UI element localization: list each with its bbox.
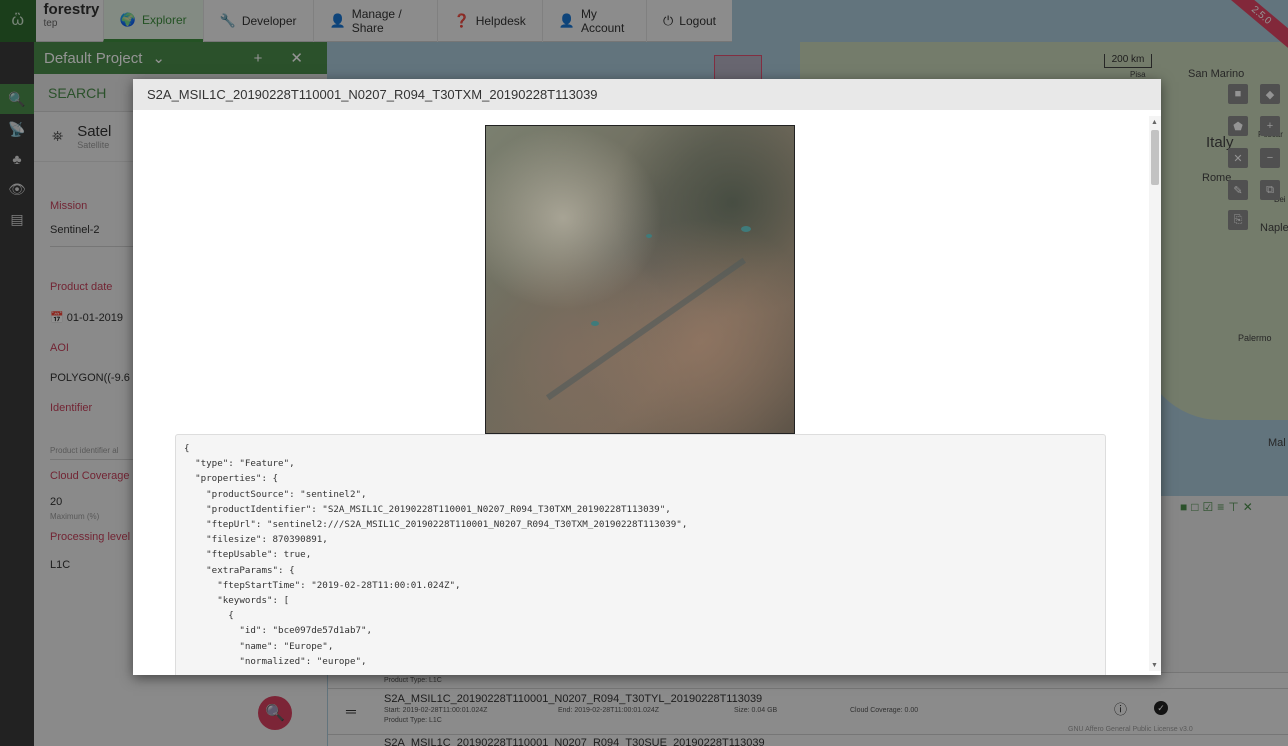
json-line: "filesize": 870390891, <box>184 534 328 546</box>
product-json[interactable]: { "type": "Feature", "properties": { "pr… <box>175 434 1106 675</box>
modal-body: { "type": "Feature", "properties": { "pr… <box>133 110 1161 675</box>
json-line: "ftepStartTime": "2019-02-28T11:00:01.02… <box>184 579 461 591</box>
image-lake <box>646 234 652 238</box>
json-line: "type": "Feature", <box>184 458 295 470</box>
scrollbar-thumb[interactable] <box>1151 130 1159 185</box>
json-line: "extraParams": { <box>184 564 295 576</box>
scroll-up-icon[interactable]: ▲ <box>1151 119 1158 126</box>
json-line: { <box>184 443 190 454</box>
satellite-quicklook-image <box>485 125 795 434</box>
json-line: "name": "Europe", <box>184 640 334 652</box>
app-root: San Marino Pisa Italy Rome Naple Palermo… <box>0 0 1288 746</box>
product-details-modal: S2A_MSIL1C_20190228T110001_N0207_R094_T3… <box>133 79 1161 675</box>
json-line: "ftepUsable": true, <box>184 549 312 561</box>
json-line: "ftepUrl": "sentinel2:///S2A_MSIL1C_2019… <box>184 519 688 531</box>
modal-title: S2A_MSIL1C_20190228T110001_N0207_R094_T3… <box>133 79 1161 110</box>
image-lake <box>741 226 751 232</box>
json-line: "properties": { <box>184 473 279 485</box>
json-line: "id": "bce097de57d1ab7", <box>184 625 373 637</box>
scrollbar[interactable] <box>1149 116 1161 671</box>
image-river <box>545 257 747 401</box>
json-line: { <box>184 610 234 622</box>
image-lake <box>591 321 599 326</box>
scroll-down-icon[interactable]: ▼ <box>1151 662 1158 669</box>
json-line: "normalized": "europe", <box>184 655 367 667</box>
json-line: "productSource": "sentinel2", <box>184 488 367 500</box>
json-line: "keywords": [ <box>184 595 290 607</box>
json-line: "productIdentifier": "S2A_MSIL1C_2019022… <box>184 503 671 515</box>
